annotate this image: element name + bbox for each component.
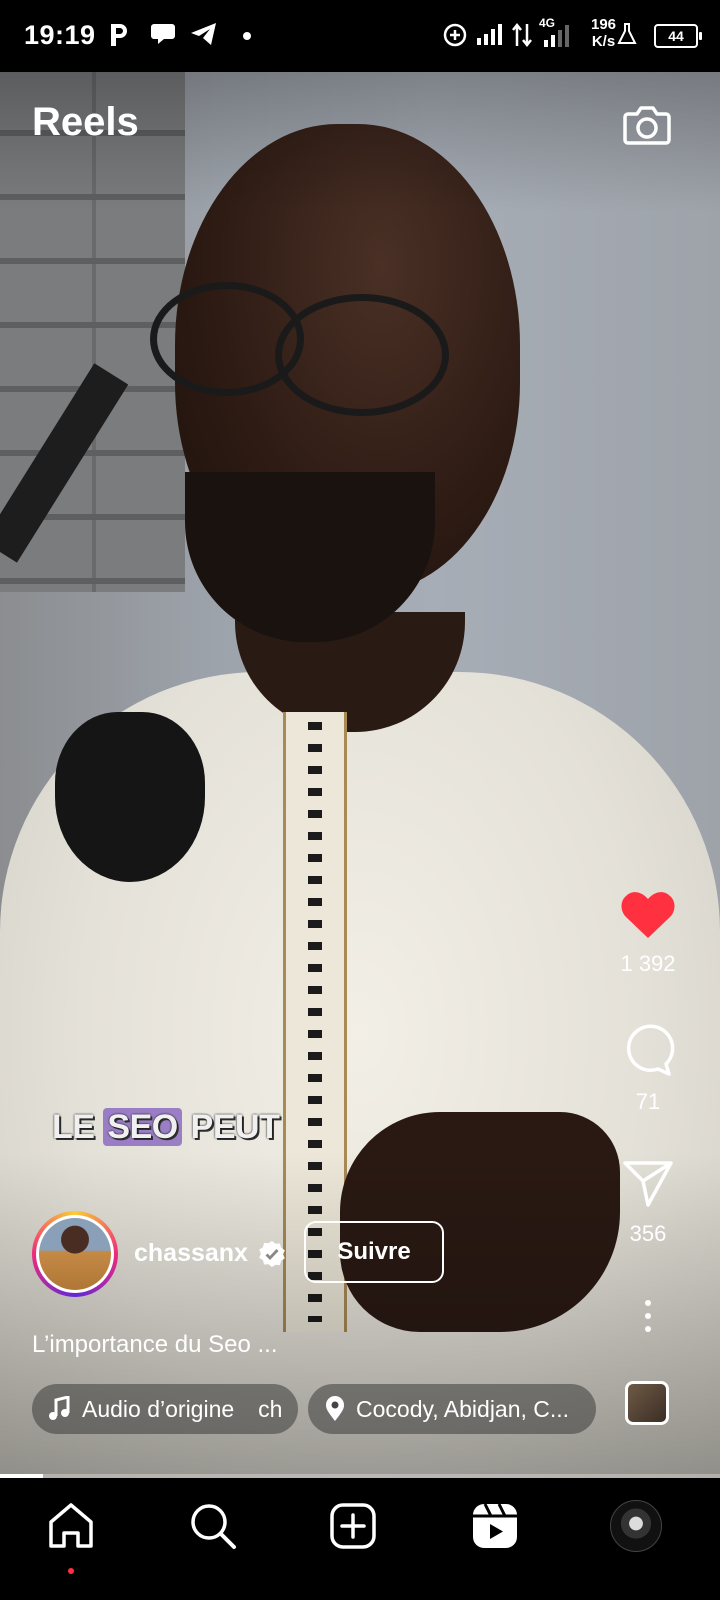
verified-badge-icon — [259, 1241, 285, 1267]
profile-avatar-icon[interactable] — [610, 1500, 662, 1552]
caption-prefix: LE — [52, 1108, 104, 1146]
search-icon[interactable] — [187, 1500, 239, 1552]
author-avatar-ring[interactable] — [32, 1211, 118, 1297]
video-caption: LE SEO PEUT — [52, 1108, 280, 1147]
like-action[interactable]: 1 392 — [610, 890, 686, 977]
like-count: 1 392 — [620, 951, 676, 976]
microphone — [55, 712, 205, 882]
network-speed-value: 196 — [591, 16, 617, 33]
lab-flask-icon — [617, 23, 637, 44]
status-bar: 19:19 4G 196 K/s 44 — [0, 0, 720, 72]
network-speed-unit: K/s — [591, 33, 616, 50]
network-speed: 196 K/s — [591, 16, 616, 50]
home-active-dot — [68, 1568, 74, 1574]
send-icon[interactable] — [620, 1158, 676, 1210]
author-avatar[interactable] — [36, 1215, 114, 1293]
battery-indicator: 44 — [654, 24, 702, 48]
author-avatar-image — [39, 1218, 111, 1290]
author-username[interactable]: chassanx — [134, 1239, 248, 1268]
reel-video[interactable]: LE SEO PEUT — [0, 72, 720, 1508]
post-description[interactable]: L’importance du Seo ... — [32, 1331, 277, 1359]
status-time: 19:19 — [24, 20, 96, 50]
page-title: Reels — [32, 100, 139, 144]
chat-bubble-icon — [151, 24, 175, 44]
caption-suffix: PEUT — [181, 1108, 280, 1146]
audio-pill[interactable]: Audio d’origine ch — [32, 1384, 298, 1434]
caption-highlight: SEO — [103, 1108, 182, 1146]
signal-strength-4g-icon — [544, 25, 569, 47]
location-label: Cocody, Abidjan, C... — [356, 1396, 570, 1422]
glasses-right-lens — [275, 294, 449, 416]
home-icon[interactable] — [45, 1500, 97, 1552]
notification-dot-icon — [243, 32, 251, 40]
bottom-navigation — [0, 1478, 720, 1600]
audio-scroll-text: ch — [258, 1396, 283, 1422]
camera-icon[interactable] — [622, 100, 672, 150]
share-action[interactable]: 356 — [610, 1158, 686, 1247]
heart-icon[interactable] — [620, 890, 676, 940]
comment-action[interactable]: 71 — [610, 1022, 686, 1115]
more-options-icon[interactable] — [645, 1300, 651, 1339]
comment-count: 71 — [635, 1089, 661, 1114]
location-pill[interactable]: Cocody, Abidjan, C... — [308, 1384, 596, 1434]
data-transfer-icon — [512, 22, 532, 48]
location-pin-icon — [326, 1396, 344, 1421]
share-count: 356 — [629, 1221, 667, 1246]
p-app-icon — [111, 24, 127, 46]
audio-label: Audio d’origine — [82, 1396, 235, 1422]
telegram-icon — [191, 23, 216, 45]
signal-strength-icon — [477, 24, 502, 45]
reels-icon[interactable] — [469, 1500, 521, 1552]
data-saver-icon — [443, 23, 467, 47]
create-post-icon[interactable] — [327, 1500, 379, 1552]
music-note-icon — [49, 1396, 70, 1420]
comment-icon[interactable] — [620, 1022, 676, 1078]
audio-thumbnail[interactable] — [625, 1381, 669, 1425]
follow-button[interactable]: Suivre — [304, 1221, 444, 1283]
